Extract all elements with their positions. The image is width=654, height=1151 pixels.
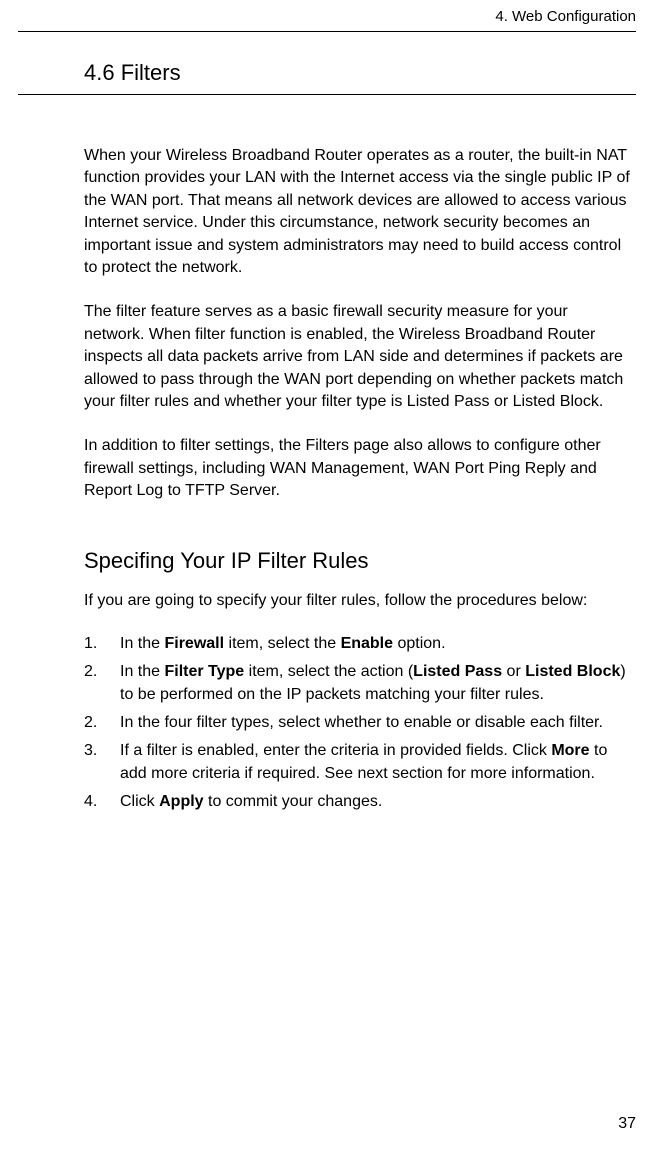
bold-text: Listed Block (525, 663, 620, 680)
bold-text: Listed Pass (413, 663, 502, 680)
content-area: 4.6 Filters (0, 32, 654, 86)
list-marker: 2. (84, 712, 120, 734)
list-item: 4. Click Apply to commit your changes. (84, 791, 630, 813)
bold-text: More (551, 742, 589, 759)
bold-text: Apply (159, 793, 203, 810)
list-content: If a filter is enabled, enter the criter… (120, 740, 630, 785)
section-title: 4.6 Filters (84, 60, 636, 86)
text-run: option. (393, 635, 445, 652)
list-marker: 4. (84, 791, 120, 813)
text-run: item, select the (224, 635, 341, 652)
list-marker: 3. (84, 740, 120, 785)
text-run: In the (120, 635, 164, 652)
list-item: 3. If a filter is enabled, enter the cri… (84, 740, 630, 785)
content-body: When your Wireless Broadband Router oper… (0, 95, 654, 814)
list-content: In the Firewall item, select the Enable … (120, 633, 630, 655)
paragraph-1: When your Wireless Broadband Router oper… (84, 145, 636, 279)
list-content: Click Apply to commit your changes. (120, 791, 630, 813)
text-run: to commit your changes. (204, 793, 383, 810)
list-marker: 2. (84, 661, 120, 706)
page-header: 4. Web Configuration (0, 0, 654, 29)
bold-text: Filter Type (164, 663, 244, 680)
subsection-intro: If you are going to specify your filter … (84, 590, 636, 612)
text-run: In the (120, 663, 164, 680)
list-content: In the Filter Type item, select the acti… (120, 661, 630, 706)
chapter-label: 4. Web Configuration (495, 8, 636, 25)
page-number: 37 (618, 1115, 636, 1133)
text-run: In the four filter types, select whether… (120, 714, 603, 731)
paragraph-2: The filter feature serves as a basic fir… (84, 301, 636, 413)
steps-list: 1. In the Firewall item, select the Enab… (84, 633, 636, 814)
text-run: or (502, 663, 525, 680)
list-item: 2. In the four filter types, select whet… (84, 712, 630, 734)
bold-text: Enable (341, 635, 393, 652)
list-item: 1. In the Firewall item, select the Enab… (84, 633, 630, 655)
paragraph-3: In addition to filter settings, the Filt… (84, 435, 636, 502)
text-run: If a filter is enabled, enter the criter… (120, 742, 551, 759)
list-item: 2. In the Filter Type item, select the a… (84, 661, 630, 706)
text-run: item, select the action ( (244, 663, 413, 680)
list-marker: 1. (84, 633, 120, 655)
list-content: In the four filter types, select whether… (120, 712, 630, 734)
bold-text: Firewall (164, 635, 224, 652)
text-run: Click (120, 793, 159, 810)
subsection-title: Specifing Your IP Filter Rules (84, 548, 636, 574)
